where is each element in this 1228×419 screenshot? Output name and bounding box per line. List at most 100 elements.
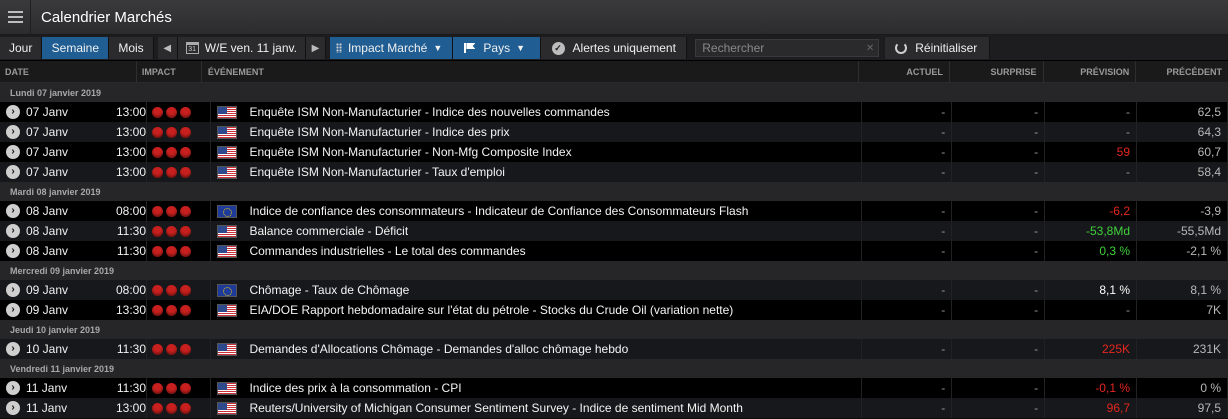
tab-day[interactable]: Jour	[0, 37, 43, 59]
impact-dot-icon	[166, 126, 177, 138]
expand-arrow-icon[interactable]: ›	[6, 224, 20, 238]
expand-arrow-icon[interactable]: ›	[6, 105, 20, 119]
table-row[interactable]: › 07 Janv 13:00 Enquête ISM Non-Manufact…	[0, 162, 1228, 182]
column-header-date[interactable]: DATE	[0, 61, 137, 82]
table-row[interactable]: › 07 Janv 13:00 Enquête ISM Non-Manufact…	[0, 102, 1228, 122]
event-cell: EIA/DOE Rapport hebdomadaire sur l'état …	[211, 300, 863, 320]
forecast-value: -6,2	[1045, 201, 1137, 221]
actual-value: -	[862, 241, 953, 261]
expand-arrow-icon[interactable]: ›	[6, 145, 20, 159]
date-cell: › 07 Janv 13:00	[0, 122, 147, 142]
event-name: Enquête ISM Non-Manufacturier - Non-Mfg …	[249, 145, 572, 159]
table-row[interactable]: › 09 Janv 08:00 Chômage - Taux de Chômag…	[0, 280, 1228, 300]
previous-week-button[interactable]: ◀	[157, 37, 178, 59]
menu-icon[interactable]	[0, 0, 31, 34]
forecast-value: 225K	[1045, 339, 1137, 359]
table-row[interactable]: › 08 Janv 08:00 Indice de confiance des …	[0, 201, 1228, 221]
forecast-value: -0,1 %	[1045, 378, 1137, 398]
column-header-impact[interactable]: IMPACT	[137, 61, 202, 82]
impact-indicator	[152, 245, 191, 257]
next-week-button[interactable]: ▶	[305, 37, 326, 59]
table-row[interactable]: › 07 Janv 13:00 Enquête ISM Non-Manufact…	[0, 122, 1228, 142]
expand-arrow-icon[interactable]: ›	[6, 381, 20, 395]
table-row[interactable]: › 07 Janv 13:00 Enquête ISM Non-Manufact…	[0, 142, 1228, 162]
event-day: 09 Janv	[26, 303, 69, 317]
eu-flag-icon	[217, 283, 238, 297]
expand-arrow-icon[interactable]: ›	[6, 303, 20, 317]
event-name: Reuters/University of Michigan Consumer …	[249, 401, 743, 415]
table-row[interactable]: › 10 Janv 11:30 Demandes d'Allocations C…	[0, 339, 1228, 359]
table-row[interactable]: › 11 Janv 11:30 Indice des prix à la con…	[0, 378, 1228, 398]
previous-value: -3,9	[1137, 201, 1228, 221]
impact-dot-icon	[180, 205, 191, 217]
expand-arrow-icon[interactable]: ›	[6, 401, 20, 415]
column-header-surprise[interactable]: SURPRISE	[950, 61, 1044, 82]
forecast-value: -	[1045, 300, 1137, 320]
event-day: 10 Janv	[26, 342, 69, 356]
impact-dot-icon	[152, 382, 163, 394]
clear-search-icon[interactable]: ✕	[866, 43, 874, 54]
expand-arrow-icon[interactable]: ›	[6, 342, 20, 356]
event-day: 11 Janv	[26, 401, 68, 415]
alerts-only-toggle[interactable]: ✓ Alertes uniquement	[541, 37, 688, 59]
actual-value: -	[862, 280, 953, 300]
us-flag-icon	[217, 244, 238, 258]
impact-filter-dropdown[interactable]: Impact Marché ▼	[329, 37, 454, 59]
impact-cell	[147, 398, 212, 418]
reset-button[interactable]: Réinitialiser	[885, 37, 991, 59]
impact-dot-icon	[180, 126, 191, 138]
impact-dot-icon	[152, 402, 163, 414]
surprise-value: -	[952, 398, 1046, 418]
tab-month[interactable]: Mois	[109, 37, 154, 59]
impact-indicator	[152, 225, 191, 237]
table-row[interactable]: › 08 Janv 11:30 Commandes industrielles …	[0, 241, 1228, 261]
expand-arrow-icon[interactable]: ›	[6, 204, 20, 218]
us-flag-icon	[217, 145, 238, 159]
tab-week[interactable]: Semaine	[42, 37, 110, 59]
column-header-actual[interactable]: ACTUEL	[859, 61, 950, 82]
surprise-value: -	[952, 142, 1046, 162]
caret-down-icon: ▼	[433, 43, 443, 53]
event-day: 08 Janv	[26, 204, 69, 218]
event-day: 07 Janv	[26, 165, 69, 179]
impact-dot-icon	[180, 402, 191, 414]
column-header-forecast[interactable]: PRÉVISION	[1044, 61, 1137, 82]
table-row[interactable]: › 09 Janv 13:30 EIA/DOE Rapport hebdomad…	[0, 300, 1228, 320]
event-name: Demandes d'Allocations Chômage - Demande…	[249, 342, 629, 356]
refresh-icon	[895, 42, 908, 54]
expand-arrow-icon[interactable]: ›	[6, 125, 20, 139]
date-picker[interactable]: 31 W/E ven. 11 janv.	[177, 37, 306, 59]
event-time: 13:00	[115, 401, 146, 415]
date-cell: › 11 Janv 11:30	[0, 378, 147, 398]
impact-indicator	[152, 166, 191, 178]
date-cell: › 11 Janv 13:00	[0, 398, 147, 418]
impact-dot-icon	[152, 284, 163, 296]
impact-dot-icon	[166, 284, 177, 296]
us-flag-icon	[217, 381, 238, 395]
event-name: Balance commerciale - Déficit	[249, 224, 409, 238]
surprise-value: -	[952, 280, 1046, 300]
check-circle-icon: ✓	[551, 41, 565, 55]
event-time: 11:30	[116, 381, 146, 395]
surprise-value: -	[952, 339, 1046, 359]
table-header: DATE IMPACT ÉVÉNEMENT ACTUEL SURPRISE PR…	[0, 61, 1228, 83]
impact-dot-icon	[180, 106, 191, 118]
expand-arrow-icon[interactable]: ›	[6, 244, 20, 258]
event-day: 07 Janv	[26, 105, 69, 119]
event-name: EIA/DOE Rapport hebdomadaire sur l'état …	[249, 303, 734, 317]
table-row[interactable]: › 11 Janv 13:00 Reuters/University of Mi…	[0, 398, 1228, 418]
table-row[interactable]: › 08 Janv 11:30 Balance commerciale - Dé…	[0, 221, 1228, 241]
forecast-value: 59	[1045, 142, 1137, 162]
country-filter-dropdown[interactable]: Pays ▼	[453, 37, 542, 59]
expand-arrow-icon[interactable]: ›	[6, 283, 20, 297]
column-header-previous[interactable]: PRÉCÉDENT	[1136, 61, 1228, 82]
column-header-event[interactable]: ÉVÉNEMENT	[202, 61, 859, 82]
expand-arrow-icon[interactable]: ›	[6, 165, 20, 179]
impact-dot-icon	[166, 343, 177, 355]
event-name: Enquête ISM Non-Manufacturier - Taux d'e…	[249, 165, 505, 179]
date-group-header: Mercredi 09 janvier 2019	[0, 261, 1228, 280]
event-time: 08:00	[115, 283, 146, 297]
date-cell: › 09 Janv 13:30	[0, 300, 147, 320]
search-input[interactable]	[700, 40, 865, 56]
calendar-icon: 31	[185, 42, 199, 54]
